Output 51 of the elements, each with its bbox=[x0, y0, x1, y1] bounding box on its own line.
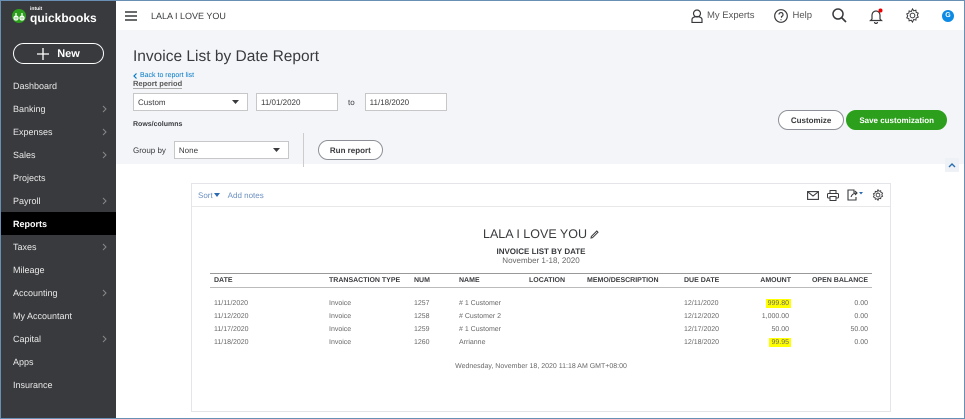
nav-item[interactable]: Taxes bbox=[1, 235, 116, 258]
group-by-label: Group by bbox=[133, 146, 166, 154]
print-icon[interactable] bbox=[827, 190, 839, 200]
menu-icon[interactable] bbox=[125, 10, 137, 20]
brand-name: quickbooks bbox=[30, 12, 97, 24]
nav-item[interactable]: Dashboard bbox=[1, 74, 116, 97]
nav-item[interactable]: Payroll bbox=[1, 189, 116, 212]
company-name: LALA I LOVE YOU bbox=[151, 10, 226, 20]
report-title: INVOICE LIST BY DATE bbox=[496, 247, 586, 256]
add-notes-link[interactable]: Add notes bbox=[228, 190, 264, 200]
nav-item[interactable]: Insurance bbox=[1, 373, 116, 396]
period-dropdown[interactable]: Custom bbox=[133, 93, 248, 111]
nav-item[interactable]: Banking bbox=[1, 97, 116, 120]
nav-item[interactable]: Expenses bbox=[1, 120, 116, 143]
nav-item[interactable]: Accounting bbox=[1, 281, 116, 304]
nav-item[interactable]: Reports bbox=[1, 212, 116, 235]
page-title: Invoice List by Date Report bbox=[133, 48, 320, 66]
collapse-button[interactable] bbox=[945, 158, 959, 172]
export-icon[interactable] bbox=[847, 189, 864, 201]
help-icon bbox=[774, 8, 788, 22]
nav-item[interactable]: Capital bbox=[1, 327, 116, 350]
settings-icon[interactable] bbox=[905, 8, 920, 23]
group-by-dropdown[interactable]: None bbox=[174, 141, 289, 159]
logo-icon bbox=[12, 8, 26, 22]
to-label: to bbox=[348, 98, 355, 106]
caret-icon bbox=[232, 100, 239, 104]
run-report-button[interactable]: Run report bbox=[318, 140, 383, 160]
plus-icon bbox=[37, 48, 50, 60]
my-experts-link[interactable]: My Experts bbox=[690, 8, 754, 22]
help-link[interactable]: Help bbox=[774, 8, 812, 22]
nav-item[interactable]: Sales bbox=[1, 143, 116, 166]
nav-item[interactable]: Mileage bbox=[1, 258, 116, 281]
search-icon[interactable] bbox=[832, 8, 847, 23]
pencil-icon[interactable] bbox=[590, 230, 599, 238]
new-button[interactable]: New bbox=[13, 43, 104, 64]
settings-icon[interactable] bbox=[872, 189, 884, 201]
nav-item[interactable]: Apps bbox=[1, 350, 116, 373]
from-date-field[interactable]: 11/01/2020 bbox=[256, 93, 338, 111]
chevron-left-icon bbox=[133, 72, 137, 78]
report-company-name: LALA I LOVE YOU bbox=[483, 227, 587, 241]
person-icon bbox=[690, 8, 703, 22]
caret-icon bbox=[214, 193, 220, 197]
nav-item[interactable]: My Accountant bbox=[1, 304, 116, 327]
to-date-field[interactable]: 11/18/2020 bbox=[364, 93, 447, 111]
customize-button[interactable]: Customize bbox=[778, 110, 844, 130]
email-icon[interactable] bbox=[807, 190, 819, 200]
report-period: November 1-18, 2020 bbox=[502, 256, 580, 265]
caret-icon bbox=[272, 148, 280, 152]
chevron-up-icon bbox=[948, 162, 956, 168]
nav-item[interactable]: Projects bbox=[1, 166, 116, 189]
bell-icon[interactable] bbox=[869, 8, 883, 24]
